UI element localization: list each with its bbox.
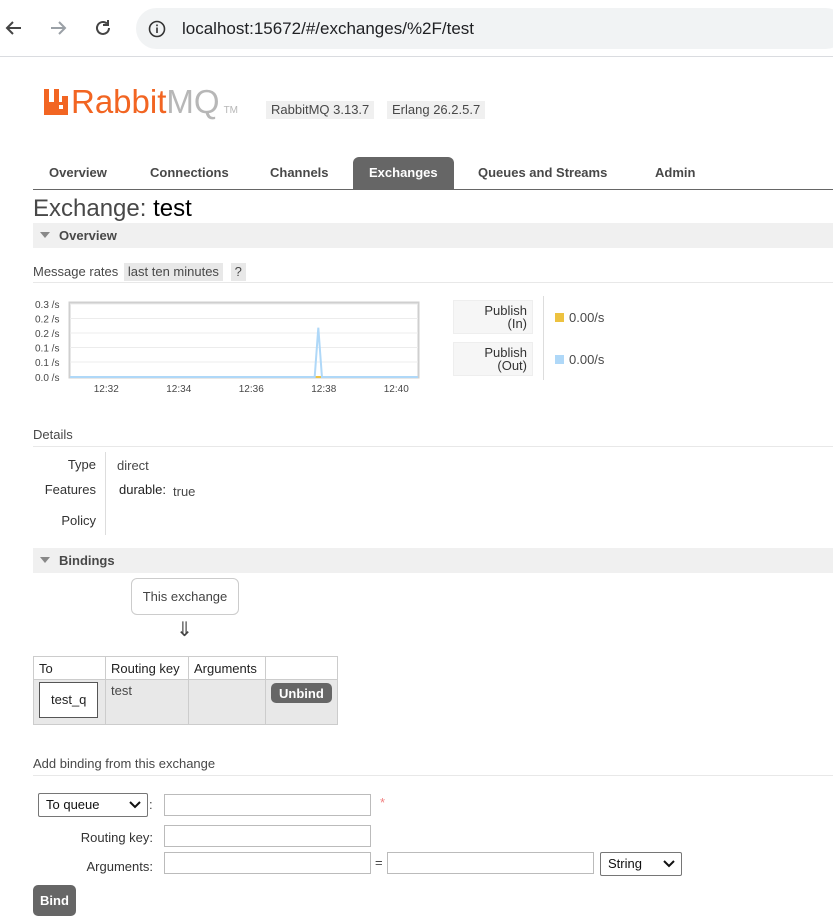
- chevron-down-icon: [663, 860, 675, 868]
- type-value: direct: [117, 458, 149, 473]
- column-header-to: To: [33, 656, 106, 680]
- unbind-button[interactable]: Unbind: [271, 683, 332, 703]
- x-tick-label: 12:38: [311, 384, 336, 395]
- y-tick-label: 0.0 /s: [35, 373, 59, 384]
- argument-type-select[interactable]: String: [600, 852, 682, 876]
- bindings-section-label: Bindings: [59, 553, 115, 568]
- collapse-triangle-icon: [40, 557, 50, 563]
- down-arrow-icon: ⇓: [176, 619, 193, 641]
- message-rates-chart: 0.3 /s 0.2 /s 0.2 /s 0.1 /s 0.1 /s 0.0 /s 12:…: [35, 300, 420, 395]
- features-label: Features: [44, 482, 96, 497]
- tab-admin[interactable]: Admin: [639, 157, 711, 189]
- y-tick-label: 0.2 /s: [35, 329, 59, 340]
- routing-key-cell: test: [105, 679, 189, 725]
- logo-text-mq: MQ: [166, 83, 220, 120]
- arguments-cell: [188, 679, 266, 725]
- legend-swatch-publish-in: [555, 313, 564, 322]
- back-arrow-icon[interactable]: [0, 14, 28, 42]
- destination-input[interactable]: [164, 794, 371, 816]
- y-tick-label: 0.3 /s: [35, 300, 59, 311]
- y-tick-label: 0.2 /s: [35, 315, 59, 326]
- overview-section-label: Overview: [59, 228, 117, 243]
- bindings-section-toggle[interactable]: Bindings: [33, 548, 833, 573]
- type-label: Type: [67, 457, 96, 472]
- add-binding-heading: Add binding from this exchange: [33, 756, 833, 776]
- reload-icon[interactable]: [89, 14, 117, 42]
- table-row: test_q test Unbind: [33, 679, 338, 725]
- details-divider: [105, 452, 106, 535]
- routing-key-input[interactable]: [164, 825, 371, 847]
- legend-publish-out-label: Publish (Out): [453, 342, 533, 376]
- legend-swatch-publish-out: [555, 355, 564, 364]
- durable-value: true: [173, 484, 196, 499]
- destination-type-select[interactable]: To queue: [38, 793, 148, 817]
- rabbitmq-version: RabbitMQ 3.13.7: [266, 101, 375, 119]
- message-rates-header: Message rates last ten minutes ?: [33, 263, 833, 283]
- rate-range-selector[interactable]: last ten minutes: [123, 263, 223, 281]
- tab-exchanges[interactable]: Exchanges: [353, 157, 454, 189]
- bindings-table: To Routing key Arguments test_q test Unb…: [33, 656, 338, 725]
- site-info-icon[interactable]: [146, 18, 168, 40]
- column-header-routing-key: Routing key: [105, 656, 189, 680]
- page-title-prefix: Exchange:: [33, 195, 147, 222]
- tab-connections[interactable]: Connections: [134, 157, 245, 189]
- forward-arrow-icon[interactable]: [44, 14, 72, 42]
- tab-channels[interactable]: Channels: [254, 157, 345, 189]
- overview-section-toggle[interactable]: Overview: [33, 223, 833, 248]
- tab-overview[interactable]: Overview: [33, 157, 123, 189]
- legend-publish-in-label: Publish (In): [453, 300, 533, 334]
- message-rates-label: Message rates: [33, 264, 119, 279]
- routing-key-label: Routing key:: [80, 830, 153, 845]
- exchange-name: test: [153, 195, 192, 222]
- logo-trademark: TM: [223, 105, 239, 116]
- details-heading: Details: [33, 427, 833, 447]
- erlang-version: Erlang 26.2.5.7: [387, 101, 486, 119]
- x-tick-label: 12:40: [384, 384, 409, 395]
- column-header-arguments: Arguments: [188, 656, 266, 680]
- main-tabs: Overview Connections Channels Exchanges …: [33, 157, 833, 190]
- page-title: Exchange: test: [33, 195, 192, 223]
- url-text[interactable]: localhost:15672/#/exchanges/%2F/test: [182, 19, 474, 39]
- rabbitmq-logo[interactable]: RabbitMQ TM: [44, 80, 238, 120]
- x-tick-label: 12:34: [166, 384, 191, 395]
- argument-key-input[interactable]: [164, 852, 371, 874]
- y-tick-label: 0.1 /s: [35, 358, 59, 369]
- policy-label: Policy: [61, 513, 96, 528]
- column-header-actions: [265, 656, 338, 680]
- durable-key: durable:: [119, 482, 166, 497]
- equals-sign: =: [375, 855, 383, 870]
- tab-queues-and-streams[interactable]: Queues and Streams: [462, 157, 623, 189]
- argument-value-input[interactable]: [387, 852, 594, 874]
- browser-toolbar: localhost:15672/#/exchanges/%2F/test: [0, 0, 833, 57]
- arguments-label: Arguments:: [86, 859, 153, 874]
- rabbit-logo-icon: [44, 89, 68, 115]
- legend-value-publish-out: 0.00/s: [569, 352, 605, 367]
- help-button[interactable]: ?: [230, 263, 246, 281]
- collapse-triangle-icon: [40, 232, 50, 238]
- chevron-down-icon: [129, 801, 141, 809]
- required-marker: *: [380, 795, 386, 810]
- x-tick-label: 12:36: [239, 384, 264, 395]
- table-header-row: To Routing key Arguments: [33, 656, 338, 680]
- address-bar[interactable]: localhost:15672/#/exchanges/%2F/test: [136, 8, 833, 49]
- queue-link[interactable]: test_q: [39, 682, 99, 718]
- legend-divider: [543, 296, 544, 380]
- logo-text-rabbit: Rabbit: [71, 83, 167, 120]
- x-tick-label: 12:32: [94, 384, 119, 395]
- legend-value-publish-in: 0.00/s: [569, 310, 605, 325]
- bind-button[interactable]: Bind: [33, 885, 76, 916]
- this-exchange-box: This exchange: [131, 578, 239, 615]
- plot-frame: [68, 301, 420, 379]
- destination-colon: :: [149, 797, 153, 812]
- y-tick-label: 0.1 /s: [35, 344, 59, 355]
